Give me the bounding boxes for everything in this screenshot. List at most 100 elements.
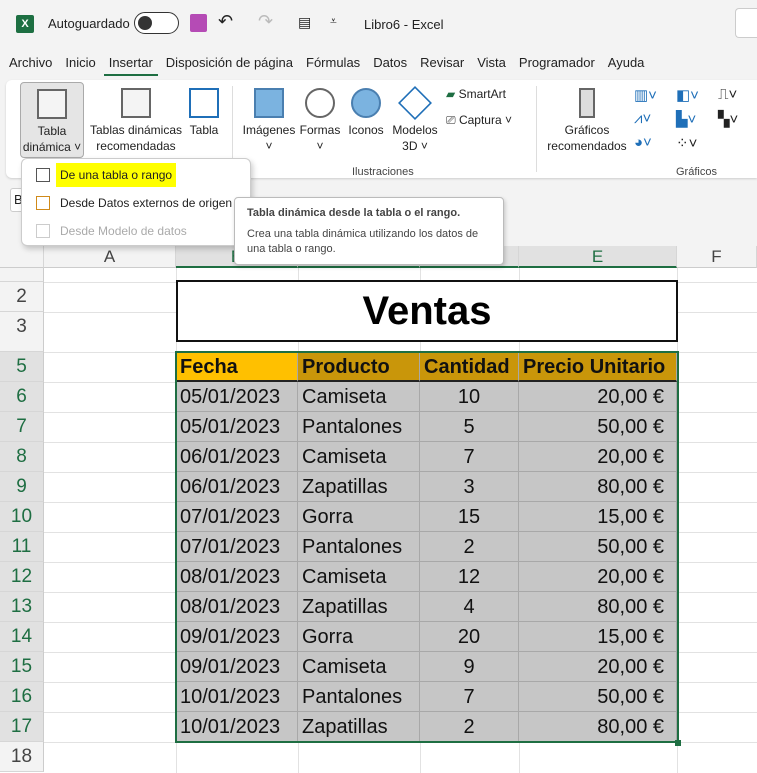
table-cell[interactable]: 20,00 € xyxy=(519,562,677,592)
smartart-button[interactable]: ▰ SmartArt xyxy=(446,86,506,102)
table-cell[interactable]: 20,00 € xyxy=(519,382,677,412)
waterfall-chart-icon[interactable]: ⎍˅ xyxy=(718,86,737,103)
table-cell[interactable]: Zapatillas xyxy=(298,472,420,502)
statistic-chart-icon[interactable]: ▙˅ xyxy=(676,110,696,128)
table-cell[interactable]: 2 xyxy=(420,532,519,562)
row-header-7[interactable]: 7 xyxy=(0,412,44,442)
3d-models-button[interactable]: Modelos 3D ˅ xyxy=(390,86,440,154)
table-cell[interactable]: 10/01/2023 xyxy=(176,712,298,742)
tab-ayuda[interactable]: Ayuda xyxy=(603,54,650,76)
undo-icon[interactable]: ↶ xyxy=(218,11,233,32)
table-cell[interactable]: Camiseta xyxy=(298,562,420,592)
fill-handle[interactable] xyxy=(675,740,681,746)
table-cell[interactable]: Camiseta xyxy=(298,652,420,682)
tab-insertar[interactable]: Insertar xyxy=(103,54,158,76)
table-cell[interactable]: 80,00 € xyxy=(519,472,677,502)
row-header-14[interactable]: 14 xyxy=(0,622,44,652)
table-cell[interactable]: Gorra xyxy=(298,502,420,532)
table-cell[interactable]: 09/01/2023 xyxy=(176,622,298,652)
table-cell[interactable]: 10 xyxy=(420,382,519,412)
table-cell[interactable]: 07/01/2023 xyxy=(176,502,298,532)
table-cell[interactable]: 5 xyxy=(420,412,519,442)
table-header-cell[interactable]: Producto xyxy=(298,352,420,382)
redo-icon[interactable]: ↷ xyxy=(258,11,273,32)
shapes-button[interactable]: Formas ˅ xyxy=(298,88,342,154)
tab-revisar[interactable]: Revisar xyxy=(415,54,469,76)
row-header-3[interactable]: 3 xyxy=(0,312,44,352)
table-cell[interactable]: Camiseta xyxy=(298,442,420,472)
table-cell[interactable]: 50,00 € xyxy=(519,682,677,712)
customize-qat-icon[interactable]: ⩡ xyxy=(330,14,337,29)
autosave-toggle[interactable] xyxy=(134,12,179,34)
table-cell[interactable]: 2 xyxy=(420,712,519,742)
tab-programador[interactable]: Programador xyxy=(514,54,600,76)
table-cell[interactable]: Camiseta xyxy=(298,382,420,412)
table-cell[interactable]: 10/01/2023 xyxy=(176,682,298,712)
table-cell[interactable]: 9 xyxy=(420,652,519,682)
table-cell[interactable]: 4 xyxy=(420,592,519,622)
row-header-10[interactable]: 10 xyxy=(0,502,44,532)
table-cell[interactable]: 15,00 € xyxy=(519,502,677,532)
table-cell[interactable]: 20 xyxy=(420,622,519,652)
hierarchy-chart-icon[interactable]: ◧˅ xyxy=(676,86,699,104)
pivot-table-button[interactable]: Tabla dinámica ˅ xyxy=(20,82,84,158)
row-header-8[interactable]: 8 xyxy=(0,442,44,472)
recommended-pivot-button[interactable]: Tablas dinámicas recomendadas xyxy=(88,88,184,154)
combo-chart-icon[interactable]: ▚˅ xyxy=(718,110,738,128)
row-header-17[interactable]: 17 xyxy=(0,712,44,742)
menu-item-from-table-range[interactable]: De una tabla o rango xyxy=(28,163,246,187)
table-button[interactable]: Tabla xyxy=(186,88,222,138)
table-cell[interactable]: Zapatillas xyxy=(298,592,420,622)
row-header-6[interactable]: 6 xyxy=(0,382,44,412)
table-cell[interactable]: Zapatillas xyxy=(298,712,420,742)
table-cell[interactable]: 20,00 € xyxy=(519,652,677,682)
table-cell[interactable]: 08/01/2023 xyxy=(176,592,298,622)
row-header-1[interactable] xyxy=(0,268,44,282)
scatter-chart-icon[interactable]: ⁘˅ xyxy=(676,134,697,152)
table-cell[interactable]: 05/01/2023 xyxy=(176,412,298,442)
screenshot-button[interactable]: ⎚ Captura ˅ xyxy=(446,112,512,128)
row-header-16[interactable]: 16 xyxy=(0,682,44,712)
table-cell[interactable]: 80,00 € xyxy=(519,592,677,622)
table-cell[interactable]: 15,00 € xyxy=(519,622,677,652)
table-cell[interactable]: 7 xyxy=(420,442,519,472)
table-cell[interactable]: Pantalones xyxy=(298,682,420,712)
column-header-F[interactable]: F xyxy=(677,246,757,268)
table-cell[interactable]: Gorra xyxy=(298,622,420,652)
table-cell[interactable]: Pantalones xyxy=(298,412,420,442)
table-cell[interactable]: 05/01/2023 xyxy=(176,382,298,412)
table-header-cell[interactable]: Cantidad xyxy=(420,352,519,382)
tab-fórmulas[interactable]: Fórmulas xyxy=(301,54,365,76)
tab-archivo[interactable]: Archivo xyxy=(4,54,57,76)
row-header-9[interactable]: 9 xyxy=(0,472,44,502)
tab-vista[interactable]: Vista xyxy=(472,54,511,76)
table-cell[interactable]: 07/01/2023 xyxy=(176,532,298,562)
recommended-charts-button[interactable]: Gráficos recomendados xyxy=(542,88,632,154)
table-cell[interactable]: 50,00 € xyxy=(519,532,677,562)
row-header-12[interactable]: 12 xyxy=(0,562,44,592)
table-cell[interactable]: 08/01/2023 xyxy=(176,562,298,592)
row-header-5[interactable]: 5 xyxy=(0,352,44,382)
column-chart-icon[interactable]: ▥˅ xyxy=(634,86,657,104)
save-icon[interactable] xyxy=(190,14,207,32)
table-cell[interactable]: 09/01/2023 xyxy=(176,652,298,682)
table-header-cell[interactable]: Fecha xyxy=(176,352,298,382)
tab-disposición-de-página[interactable]: Disposición de página xyxy=(161,54,298,76)
images-button[interactable]: Imágenes ˅ xyxy=(242,88,296,154)
icons-button[interactable]: Iconos xyxy=(346,88,386,138)
tab-datos[interactable]: Datos xyxy=(368,54,412,76)
table-cell[interactable]: 80,00 € xyxy=(519,712,677,742)
row-header-13[interactable]: 13 xyxy=(0,592,44,622)
table-header-cell[interactable]: Precio Unitario xyxy=(519,352,677,382)
table-cell[interactable]: 7 xyxy=(420,682,519,712)
table-cell[interactable]: 50,00 € xyxy=(519,412,677,442)
tab-inicio[interactable]: Inicio xyxy=(60,54,100,76)
table-cell[interactable]: 12 xyxy=(420,562,519,592)
table-cell[interactable]: 06/01/2023 xyxy=(176,442,298,472)
form-icon[interactable]: ▤ xyxy=(298,14,311,31)
menu-item-external-source[interactable]: Desde Datos externos de origen xyxy=(28,191,246,215)
row-header-18[interactable]: 18 xyxy=(0,742,44,772)
row-header-2[interactable]: 2 xyxy=(0,282,44,312)
table-cell[interactable]: 20,00 € xyxy=(519,442,677,472)
table-cell[interactable]: 15 xyxy=(420,502,519,532)
